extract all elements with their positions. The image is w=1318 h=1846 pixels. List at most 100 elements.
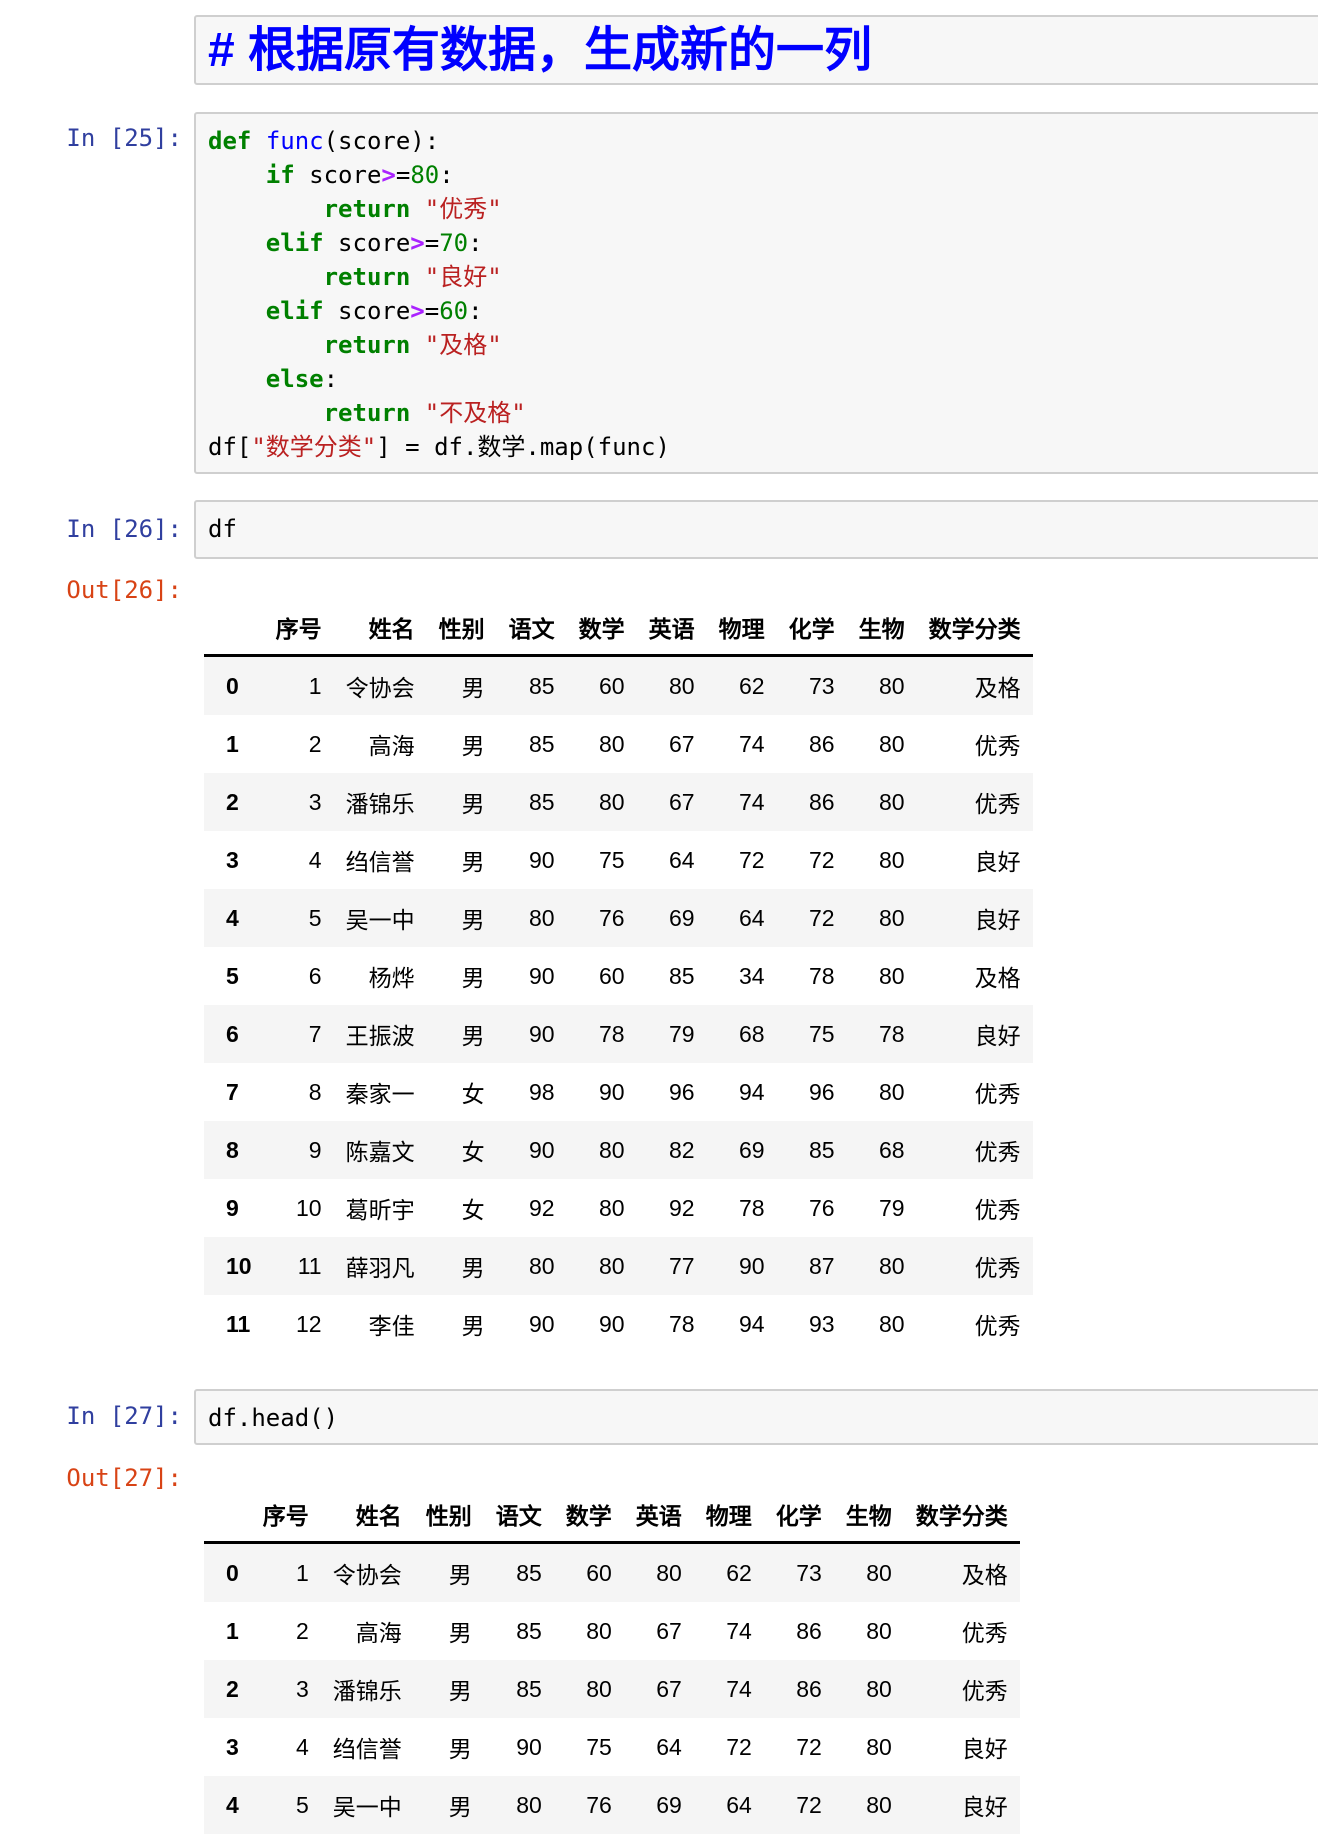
table-row: 9 10 葛昕宇 女 92 80 92 78 76 79 优秀 [204, 1179, 1033, 1237]
column-header: 数学分类 [916, 600, 1033, 657]
table-cell: 80 [866, 1791, 892, 1818]
table-cell: 78 [879, 1020, 905, 1047]
tok: : [468, 297, 483, 325]
input-prompt: In [25]: [66, 124, 182, 152]
code-editor[interactable]: df [196, 502, 1318, 556]
code-cell-25[interactable]: def func(score): if score>=80: return "优… [194, 112, 1318, 474]
table-cell: 良好 [974, 907, 1021, 933]
row-index: 0 [226, 672, 239, 699]
row-index: 9 [226, 1194, 239, 1221]
tok: = [424, 297, 440, 325]
table-cell: 62 [739, 672, 765, 699]
row-index: 1 [226, 1617, 239, 1644]
table-cell: 78 [739, 1194, 765, 1221]
column-header: 数学分类 [903, 1487, 1020, 1544]
header-row: 序号 姓名 性别 语文 数学 英语 物理 化学 生物 数学分类 [204, 600, 1033, 657]
table-cell: 85 [516, 1675, 542, 1702]
fn: func [265, 127, 324, 155]
table-cell: 68 [879, 1136, 905, 1163]
row-index: 4 [226, 904, 239, 931]
table-cell: 74 [726, 1617, 752, 1644]
table-cell: 67 [656, 1675, 682, 1702]
code-editor[interactable]: def func(score): if score>=80: return "优… [196, 114, 1318, 474]
table-row: 1 2 高海 男 85 80 67 74 86 80 优秀 [204, 715, 1033, 773]
table-cell: 5 [308, 904, 322, 931]
row-index: 2 [226, 788, 239, 815]
table-cell: 杨烨 [368, 965, 415, 991]
table-cell: 女 [461, 1197, 485, 1223]
row-index: 1 [226, 730, 239, 757]
kw: elif [265, 229, 324, 257]
column-header: 物理 [706, 600, 777, 657]
table-cell: 64 [656, 1733, 682, 1760]
table-cell: 良好 [961, 1794, 1008, 1820]
markdown-cell[interactable]: # 根据原有数据，生成新的一列 [194, 15, 1318, 85]
table-row: 8 9 陈嘉文 女 90 80 82 69 85 68 优秀 [204, 1121, 1033, 1179]
table-cell: 男 [461, 791, 485, 817]
table-cell: 良好 [961, 1736, 1008, 1762]
table-cell: 男 [448, 1620, 472, 1646]
table-cell: 78 [809, 962, 835, 989]
column-header: 性别 [413, 1487, 484, 1544]
column-header [204, 600, 264, 657]
table-cell: 74 [739, 730, 765, 757]
table-cell: 男 [448, 1678, 472, 1704]
table-cell: 男 [461, 1023, 485, 1049]
table-cell: 73 [809, 672, 835, 699]
table-cell: 72 [809, 846, 835, 873]
dataframe-table: 序号 姓名 性别 语文 数学 英语 物理 化学 生物 数学分类 0 1 令协会男 85 60 80 62 73 80… [204, 600, 1033, 1353]
table-cell: 64 [669, 846, 695, 873]
table-row: 3 4 绉信誉 男 90 75 64 72 72 80 良好 [204, 1718, 1020, 1776]
table-cell: 男 [461, 1255, 485, 1281]
table-cell: 5 [296, 1791, 309, 1818]
table-cell: 12 [296, 1310, 322, 1337]
column-header: 化学 [763, 1487, 834, 1544]
table-cell: 72 [809, 904, 835, 931]
table-cell: 86 [796, 1675, 822, 1702]
table-cell: 67 [669, 788, 695, 815]
code-editor[interactable]: df.head() [196, 1391, 1318, 1445]
column-header: 生物 [846, 600, 917, 657]
num: 80 [410, 161, 440, 189]
table-cell: 69 [669, 904, 695, 931]
column-header: 姓名 [333, 600, 427, 657]
table-cell: 4 [308, 846, 322, 873]
row-index: 3 [226, 846, 239, 873]
row-index: 10 [226, 1252, 252, 1279]
table-cell: 高海 [368, 733, 415, 759]
table-cell: 90 [599, 1310, 625, 1337]
kw: return [323, 331, 411, 359]
num: 60 [439, 297, 469, 325]
column-header: 物理 [693, 1487, 764, 1544]
table-cell: 陈嘉文 [345, 1139, 415, 1165]
table-cell: 男 [461, 907, 485, 933]
table-cell: 80 [879, 1078, 905, 1105]
table-cell: 90 [739, 1252, 765, 1279]
table-cell: 60 [586, 1559, 612, 1586]
table-row: 11 12 李佳 男 90 90 78 94 93 80 优秀 [204, 1295, 1033, 1353]
table-cell: 80 [879, 788, 905, 815]
column-header: 序号 [263, 600, 334, 657]
table-row: 5 6 杨烨 男 90 60 85 34 78 80 及格 [204, 947, 1033, 1005]
table-cell: 优秀 [974, 1139, 1021, 1165]
table-row: 1 2 高海 男 85 80 67 74 86 80 优秀 [204, 1602, 1020, 1660]
table-cell: 92 [529, 1194, 555, 1221]
table-cell: 90 [516, 1733, 542, 1760]
table-cell: 67 [669, 730, 695, 757]
table-cell: 吴一中 [332, 1794, 402, 1820]
table-cell: 4 [296, 1733, 309, 1760]
table-row: 7 8 秦家一 女 98 90 96 94 96 80 优秀 [204, 1063, 1033, 1121]
table-cell: 及格 [974, 675, 1021, 701]
table-cell: 女 [461, 1081, 485, 1107]
table-cell: 潘锦乐 [332, 1678, 402, 1704]
op: > [381, 161, 396, 189]
table-cell: 80 [879, 962, 905, 989]
table-cell: 李佳 [368, 1313, 415, 1339]
kw: return [323, 399, 411, 427]
code-cell-27[interactable]: df.head() [194, 1389, 1318, 1445]
table-cell: 79 [669, 1020, 695, 1047]
table-row: 10 11 薛羽凡 男 80 80 77 90 87 80 优秀 [204, 1237, 1033, 1295]
table-cell: 64 [726, 1791, 752, 1818]
code-cell-26[interactable]: df [194, 500, 1318, 559]
table-row: 2 3 潘锦乐 男 85 80 67 74 86 80 优秀 [204, 1660, 1020, 1718]
